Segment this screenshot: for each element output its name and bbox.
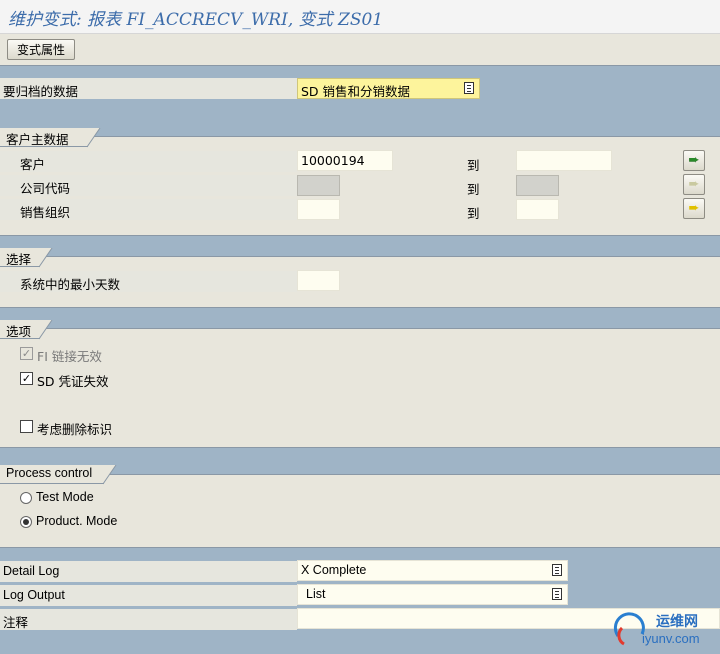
customer-from-input[interactable]: 10000194: [297, 150, 393, 171]
log-output-select[interactable]: List: [297, 584, 568, 605]
page-title: 维护变式: 报表 FI_ACCRECV_WRI, 变式 ZS01: [8, 10, 384, 30]
archive-data-label: 要归档的数据: [3, 84, 79, 99]
watermark-url: iyunv.com: [642, 631, 700, 646]
archive-data-field[interactable]: SD 销售和分销数据: [297, 78, 480, 99]
sales-org-multiple-selection-button[interactable]: ➨: [683, 198, 705, 219]
min-days-input[interactable]: [297, 270, 340, 291]
process-control-title: Process control: [0, 465, 104, 484]
customer-master-title: 客户主数据: [0, 128, 88, 147]
detail-log-select[interactable]: X Complete: [297, 560, 568, 581]
sd-doc-invalid-label: SD 凭证失效: [37, 374, 109, 389]
detail-log-value: X Complete: [301, 563, 367, 577]
detail-log-label: Detail Log: [3, 564, 60, 578]
list-select-icon[interactable]: [464, 82, 474, 94]
company-code-multiple-selection-button: ➨: [683, 174, 705, 195]
company-code-to-input: [516, 175, 559, 196]
list-select-icon[interactable]: [552, 588, 562, 600]
group-tab-slant: [103, 465, 117, 485]
customer-multiple-selection-button[interactable]: ➨: [683, 150, 705, 171]
test-mode-radio[interactable]: [20, 492, 32, 504]
application-toolbar: [0, 34, 720, 66]
consider-deletion-flag-checkbox[interactable]: [20, 420, 33, 433]
watermark-logo-icon: [613, 612, 645, 646]
customer-to-input[interactable]: [516, 150, 612, 171]
variant-attributes-button[interactable]: 变式属性: [7, 39, 75, 60]
sd-doc-invalid-checkbox[interactable]: ✓: [20, 372, 33, 385]
group-tab-slant: [39, 248, 53, 268]
arrow-right-icon: ➨: [688, 201, 700, 216]
selection-title: 选择: [0, 248, 40, 267]
sales-org-label: 销售组织: [20, 205, 71, 220]
fi-link-invalid-checkbox: ✓: [20, 347, 33, 360]
to-label: 到: [467, 182, 480, 197]
process-control-group: [0, 474, 720, 548]
to-label: 到: [467, 158, 480, 173]
min-days-label: 系统中的最小天数: [20, 277, 121, 292]
company-code-from-input: [297, 175, 340, 196]
watermark-text: 运维网: [656, 614, 698, 630]
note-label: 注释: [3, 615, 29, 630]
customer-label: 客户: [20, 157, 46, 172]
arrow-right-icon: ➨: [688, 177, 700, 192]
company-code-label: 公司代码: [20, 181, 71, 196]
consider-deletion-flag-label: 考虑删除标识: [37, 422, 113, 437]
options-title: 选项: [0, 320, 40, 339]
group-tab-slant: [87, 128, 101, 148]
fi-link-invalid-label: FI 链接无效: [37, 349, 102, 364]
test-mode-label: Test Mode: [36, 490, 94, 504]
log-output-value: List: [306, 587, 326, 601]
group-tab-slant: [39, 320, 53, 340]
archive-data-value: SD 销售和分销数据: [301, 84, 411, 99]
to-label: 到: [467, 206, 480, 221]
log-output-label: Log Output: [3, 588, 65, 602]
product-mode-label: Product. Mode: [36, 514, 118, 528]
sales-org-from-input[interactable]: [297, 199, 340, 220]
product-mode-radio[interactable]: [20, 516, 32, 528]
list-select-icon[interactable]: [552, 564, 562, 576]
arrow-right-icon: ➨: [688, 153, 700, 168]
sales-org-to-input[interactable]: [516, 199, 559, 220]
